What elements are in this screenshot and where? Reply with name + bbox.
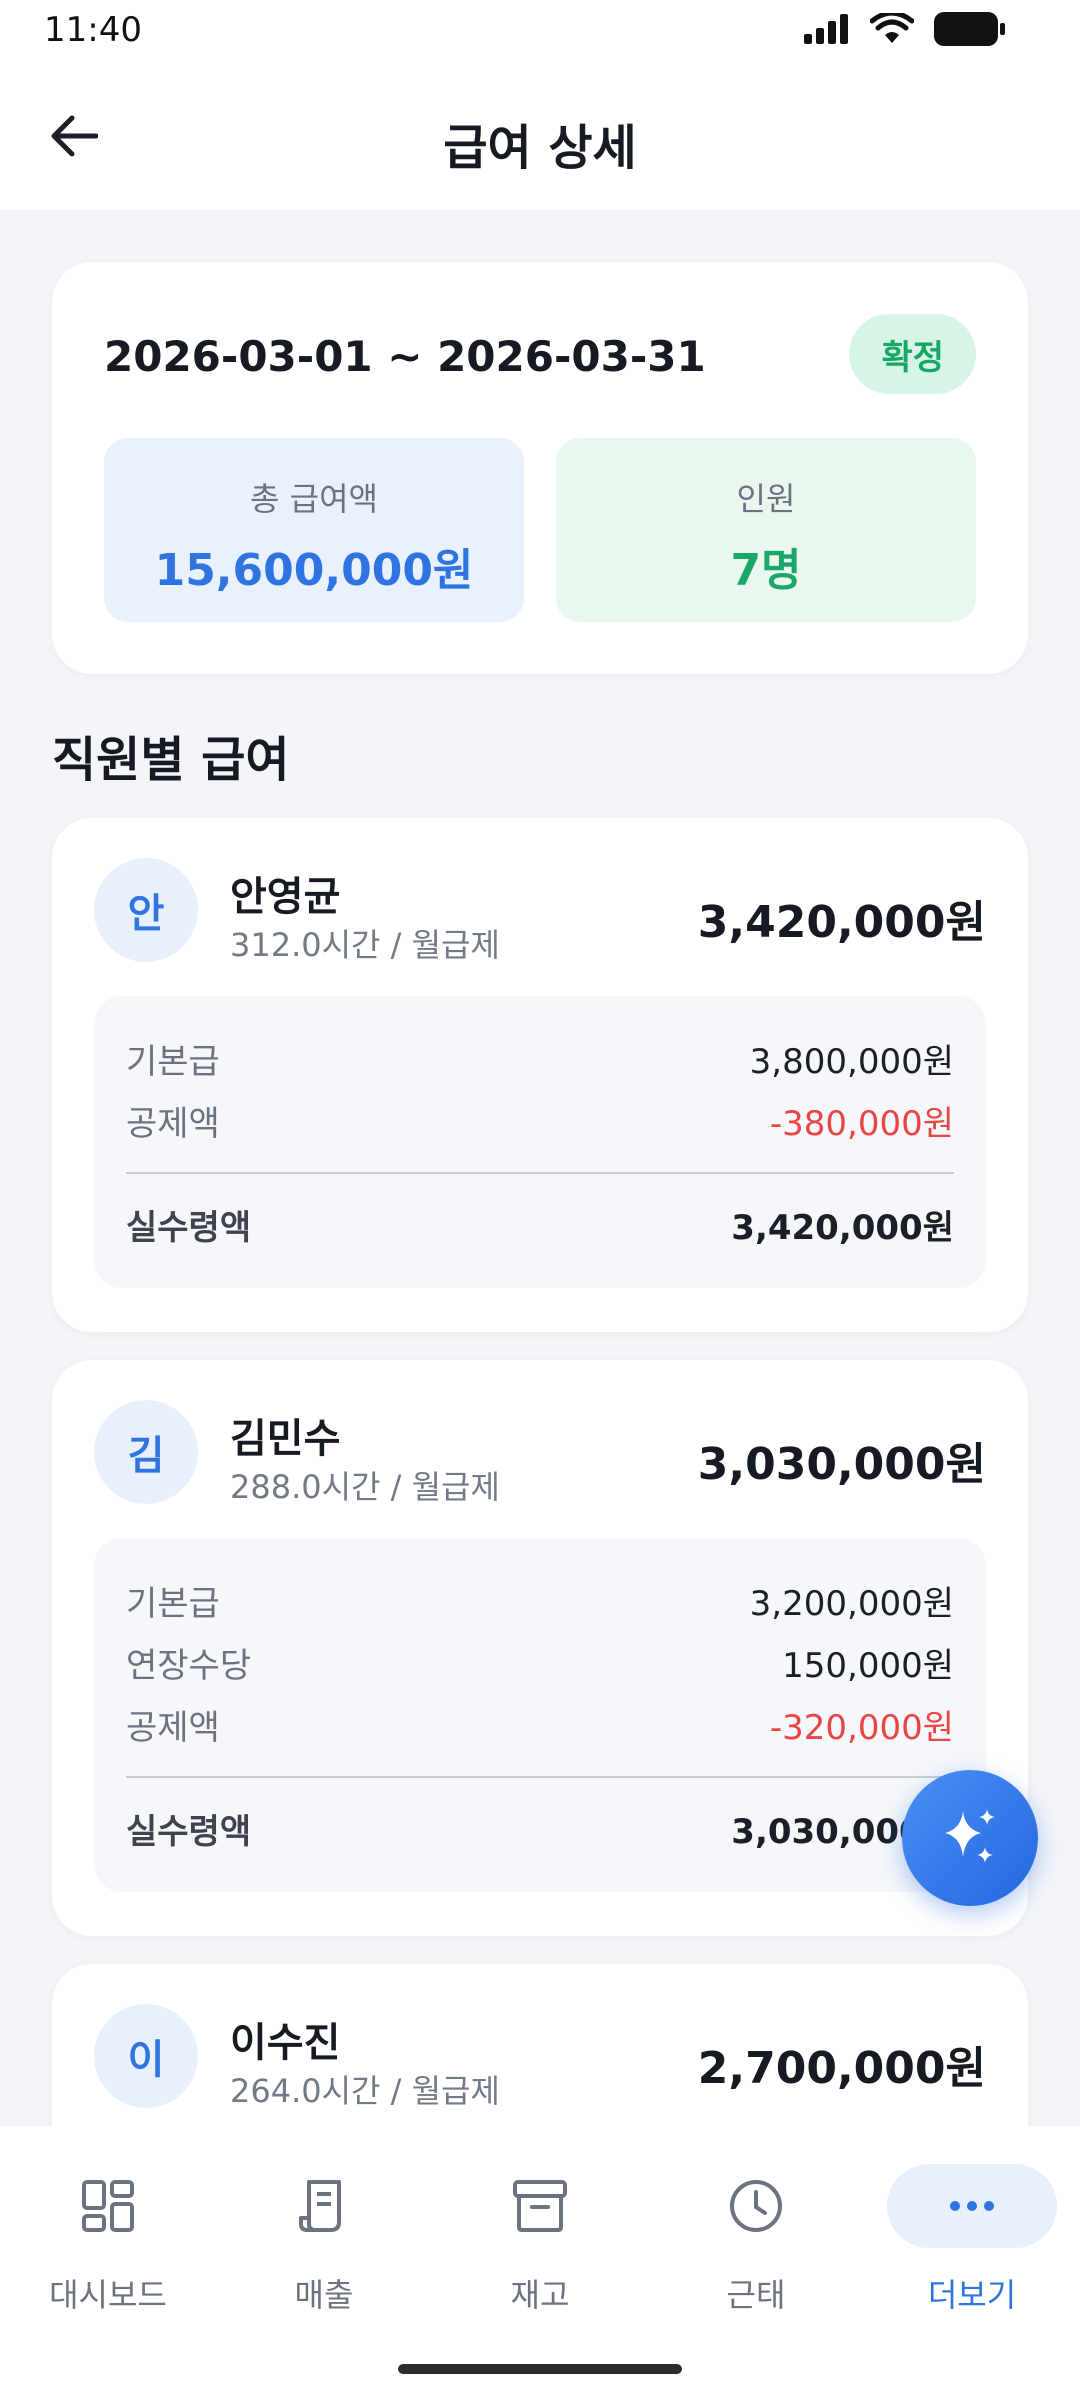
employee-pay: 2,700,000원	[697, 2043, 986, 2094]
pay-breakdown: 기본급 3,200,000원 연장수당 150,000원 공제액 -320,00…	[94, 1538, 986, 1892]
breakdown-label: 기본급	[126, 1583, 220, 1624]
divider	[126, 1172, 954, 1174]
status-badge: 확정	[849, 314, 976, 394]
nav-icon-wrap	[887, 2164, 1057, 2248]
breakdown-row: 기본급 3,800,000원	[126, 1034, 954, 1082]
breakdown-row: 연장수당 150,000원	[126, 1638, 954, 1686]
nav-dashboard[interactable]: 대시보드	[0, 2164, 216, 2334]
status-time: 11:40	[44, 10, 142, 50]
employee-pay: 3,030,000원	[697, 1439, 986, 1490]
more-icon	[950, 2201, 994, 2211]
nav-icon-wrap	[455, 2164, 625, 2248]
employee-header: 김 김민수 288.0시간 / 월급제 3,030,000원	[52, 1360, 1028, 1540]
employee-pay: 3,420,000원	[697, 897, 986, 948]
dashboard-icon	[82, 2180, 134, 2232]
payroll-summary-card: 2026-03-01 ~ 2026-03-31 확정 총 급여액 15,600,…	[52, 262, 1028, 674]
avatar: 김	[94, 1400, 198, 1504]
nav-label: 대시보드	[49, 2276, 167, 2314]
wifi-icon	[870, 13, 914, 43]
employee-card[interactable]: 안 안영균 312.0시간 / 월급제 3,420,000원 기본급 3,800…	[52, 818, 1028, 1332]
nav-label: 더보기	[927, 2276, 1017, 2314]
app-header: 급여 상세	[0, 62, 1080, 210]
nav-label: 근태	[726, 2276, 786, 2314]
employee-hours: 288.0시간 / 월급제	[230, 1468, 500, 1506]
total-pay-label: 총 급여액	[250, 480, 378, 518]
breakdown-value: -320,000원	[769, 1707, 954, 1748]
status-bar: 11:40	[0, 0, 1080, 62]
signal-icon	[804, 14, 848, 44]
employee-name: 김민수	[230, 1416, 341, 1462]
breakdown-value: -380,000원	[769, 1103, 954, 1144]
archive-icon	[513, 2180, 567, 2232]
net-pay-label: 실수령액	[126, 1207, 252, 1248]
battery-icon	[934, 12, 1005, 46]
nav-icon-wrap	[239, 2164, 409, 2248]
employee-card[interactable]: 이 이수진 264.0시간 / 월급제 2,700,000원	[52, 1964, 1028, 2126]
employee-hours: 264.0시간 / 월급제	[230, 2072, 500, 2110]
clock-icon	[730, 2180, 782, 2232]
breakdown-label: 공제액	[126, 1103, 220, 1144]
headcount-value: 7명	[730, 545, 802, 596]
employee-card[interactable]: 김 김민수 288.0시간 / 월급제 3,030,000원 기본급 3,200…	[52, 1360, 1028, 1936]
total-pay-value: 15,600,000원	[154, 545, 474, 596]
receipt-icon	[299, 2180, 341, 2232]
nav-label: 매출	[294, 2276, 354, 2314]
status-icons	[804, 12, 1006, 46]
nav-sales[interactable]: 매출	[216, 2164, 432, 2334]
pay-period: 2026-03-01 ~ 2026-03-31	[104, 332, 706, 381]
total-pay-box: 총 급여액 15,600,000원	[104, 438, 524, 622]
nav-label: 재고	[510, 2276, 570, 2314]
breakdown-row: 공제액 -380,000원	[126, 1096, 954, 1144]
ai-assistant-button[interactable]	[902, 1770, 1038, 1906]
avatar: 이	[94, 2004, 198, 2108]
nav-icon-wrap	[671, 2164, 841, 2248]
pay-breakdown: 기본급 3,800,000원 공제액 -380,000원 실수령액 3,420,…	[94, 996, 986, 1288]
section-title: 직원별 급여	[52, 732, 290, 788]
nav-inventory[interactable]: 재고	[432, 2164, 648, 2334]
nav-attendance[interactable]: 근태	[648, 2164, 864, 2334]
breakdown-label: 공제액	[126, 1707, 220, 1748]
divider	[126, 1776, 954, 1778]
breakdown-value: 3,800,000원	[749, 1041, 954, 1082]
breakdown-value: 3,200,000원	[749, 1583, 954, 1624]
home-indicator	[398, 2364, 682, 2374]
employee-hours: 312.0시간 / 월급제	[230, 926, 500, 964]
headcount-label: 인원	[736, 480, 796, 518]
avatar: 안	[94, 858, 198, 962]
breakdown-value: 150,000원	[782, 1645, 954, 1686]
net-pay-label: 실수령액	[126, 1811, 252, 1852]
net-pay-value: 3,420,000원	[731, 1207, 954, 1248]
page-title: 급여 상세	[443, 120, 637, 176]
nav-icon-wrap	[23, 2164, 193, 2248]
employee-name: 안영균	[230, 874, 341, 920]
sparkle-icon	[945, 1809, 995, 1863]
nav-more[interactable]: 더보기	[864, 2164, 1080, 2334]
employee-header: 안 안영균 312.0시간 / 월급제 3,420,000원	[52, 818, 1028, 998]
breakdown-label: 기본급	[126, 1041, 220, 1082]
employee-header: 이 이수진 264.0시간 / 월급제 2,700,000원	[52, 1964, 1028, 2126]
bottom-nav: 대시보드 매출 재고 근태 더보기	[0, 2126, 1080, 2400]
employee-name: 이수진	[230, 2020, 341, 2066]
breakdown-label: 연장수당	[126, 1645, 252, 1686]
net-pay-row: 실수령액 3,030,000원	[126, 1804, 954, 1852]
headcount-box: 인원 7명	[556, 438, 976, 622]
net-pay-row: 실수령액 3,420,000원	[126, 1200, 954, 1248]
breakdown-row: 기본급 3,200,000원	[126, 1576, 954, 1624]
breakdown-row: 공제액 -320,000원	[126, 1700, 954, 1748]
